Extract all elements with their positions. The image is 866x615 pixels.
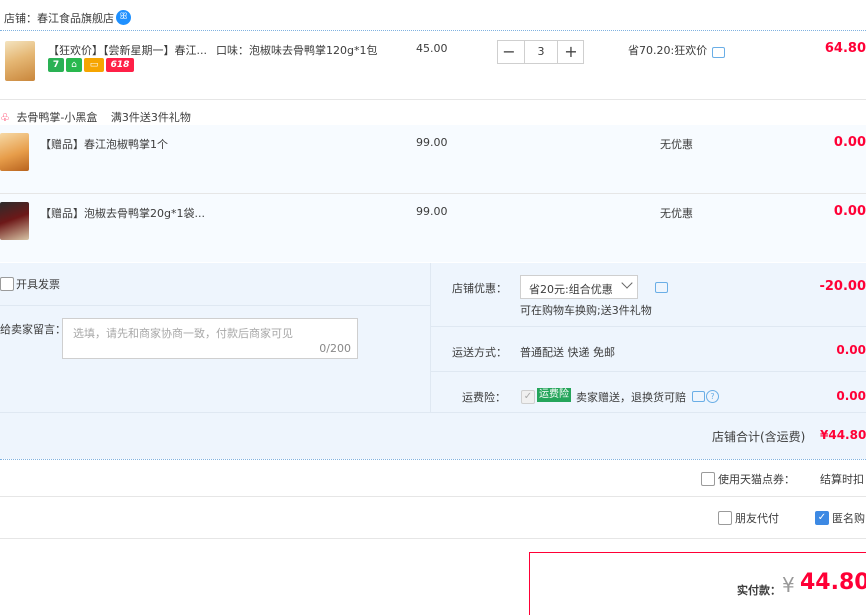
gift-promo: 无优惠 <box>660 207 693 220</box>
product-thumbnail[interactable] <box>5 41 35 81</box>
gift-subtotal: 0.00 <box>833 135 866 150</box>
insurance-checkbox[interactable]: ✓ <box>521 390 535 404</box>
gift-group-rule: 满3件送3件礼物 <box>110 111 191 124</box>
divider <box>431 371 866 372</box>
friend-pay-checkbox[interactable] <box>718 511 732 525</box>
gift-title[interactable]: 【赠品】春江泡椒鸭掌1个 <box>40 136 168 152</box>
shipping-amount: 0.00 <box>836 343 866 357</box>
shop-discount-label: 店铺优惠： <box>452 282 507 295</box>
gift-group-name: 去骨鸭掌-小黑盒 <box>16 111 98 124</box>
actual-pay-amount: 44.80 <box>800 570 866 595</box>
gift-title[interactable]: 【赠品】泡椒去骨鸭掌20g*1袋... <box>40 205 205 221</box>
currency-symbol: ¥ <box>782 573 795 597</box>
promo-info-icon[interactable] <box>712 47 725 58</box>
shop-total-label: 店铺合计(含运费) <box>712 430 806 444</box>
gift-group-header: ♧ 去骨鸭掌-小黑盒 满3件送3件礼物 <box>0 109 191 125</box>
message-placeholder: 选填，请先和商家协商一致，付款后商家可见 <box>73 327 293 340</box>
chevron-down-icon <box>621 277 633 289</box>
gift-item-row: 【赠品】春江泡椒鸭掌1个 99.00 无优惠 0.00 <box>0 125 866 193</box>
actual-pay-label: 实付款： <box>737 584 781 597</box>
discount-info-icon[interactable] <box>655 282 668 293</box>
friend-pay-label[interactable]: 朋友代付 <box>735 510 779 526</box>
invoice-checkbox[interactable] <box>0 277 14 291</box>
shop-discount-value: 省20元:组合优惠 <box>529 283 613 296</box>
gift-promo: 无优惠 <box>660 138 693 151</box>
insurance-chat-icon[interactable] <box>692 391 705 402</box>
item-subtotal: 64.80 <box>824 41 866 56</box>
shop-discount-amount: -20.00 <box>819 279 866 294</box>
divider <box>0 538 866 539</box>
credit-card-icon[interactable]: ▭ <box>84 58 104 72</box>
gift-thumbnail[interactable] <box>0 133 29 171</box>
product-sku: 口味：泡椒味去骨鸭掌120g*1包 <box>216 44 378 57</box>
seller-message-input[interactable]: 选填，请先和商家协商一致，付款后商家可见 0/200 <box>62 318 358 359</box>
insurance-label: 运费险： <box>462 391 506 404</box>
anonymous-checkbox[interactable]: ✓ <box>815 511 829 525</box>
message-label: 给卖家留言： <box>0 323 66 336</box>
gift-icon: ♧ <box>0 111 10 124</box>
wangwang-icon[interactable]: ꕥ <box>116 10 131 25</box>
quantity-stepper: − 3 + <box>497 40 584 64</box>
panel-divider <box>430 263 431 412</box>
tmall-points-label[interactable]: 使用天猫点券： <box>718 471 795 487</box>
divider <box>0 459 866 460</box>
anonymous-label[interactable]: 匿名购 <box>832 510 865 526</box>
insurance-text: 卖家赠送，退换货可赔 <box>576 391 686 404</box>
quantity-increase-button[interactable]: + <box>560 41 582 63</box>
invoice-label[interactable]: 开具发票 <box>16 276 60 292</box>
shipping-method: 普通配送 快递 免邮 <box>520 346 615 359</box>
shipping-label: 运送方式： <box>452 346 507 359</box>
message-counter: 0/200 <box>319 342 351 355</box>
help-icon[interactable]: ? <box>706 390 719 403</box>
divider <box>431 326 866 327</box>
insurance-badge: 运费险 <box>537 388 571 402</box>
quantity-input[interactable]: 3 <box>524 41 558 63</box>
item-promo: 省70.20:狂欢价 <box>628 44 708 57</box>
divider <box>0 412 866 413</box>
quantity-decrease-button[interactable]: − <box>498 41 520 63</box>
gift-price: 99.00 <box>416 205 448 218</box>
gift-subtotal: 0.00 <box>833 204 866 219</box>
service-tags: 7 ⌂ ▭ 618 <box>48 58 136 72</box>
shop-header: 店铺：春江食品旗舰店 ꕥ <box>0 0 866 30</box>
shop-total-value: ¥44.80 <box>820 428 866 442</box>
cart-item-row: 【狂欢价】【尝新星期一】春江... 口味：泡椒味去骨鸭掌120g*1包 7 ⌂ ▭ 6… <box>0 31 866 99</box>
shop-name[interactable]: 店铺：春江食品旗舰店 <box>4 10 114 26</box>
tmall-points-checkbox[interactable] <box>701 472 715 486</box>
promo-618-badge[interactable]: 618 <box>106 58 134 72</box>
product-title[interactable]: 【狂欢价】【尝新星期一】春江... <box>48 42 207 58</box>
seven-day-return-icon[interactable]: 7 <box>48 58 64 72</box>
shop-discount-note: 可在购物车换购;送3件礼物 <box>520 304 652 317</box>
insurance-amount: 0.00 <box>836 389 866 403</box>
shop-discount-select[interactable]: 省20元:组合优惠 <box>520 275 638 299</box>
gift-thumbnail[interactable] <box>0 202 29 240</box>
divider <box>0 305 430 306</box>
unit-price: 45.00 <box>416 42 448 55</box>
gift-item-row: 【赠品】泡椒去骨鸭掌20g*1袋... 99.00 无优惠 0.00 <box>0 194 866 262</box>
shop-service-icon[interactable]: ⌂ <box>66 58 82 72</box>
gift-price: 99.00 <box>416 136 448 149</box>
divider <box>0 496 866 497</box>
tmall-points-note: 结算时扣 <box>820 473 864 486</box>
divider <box>0 99 866 100</box>
